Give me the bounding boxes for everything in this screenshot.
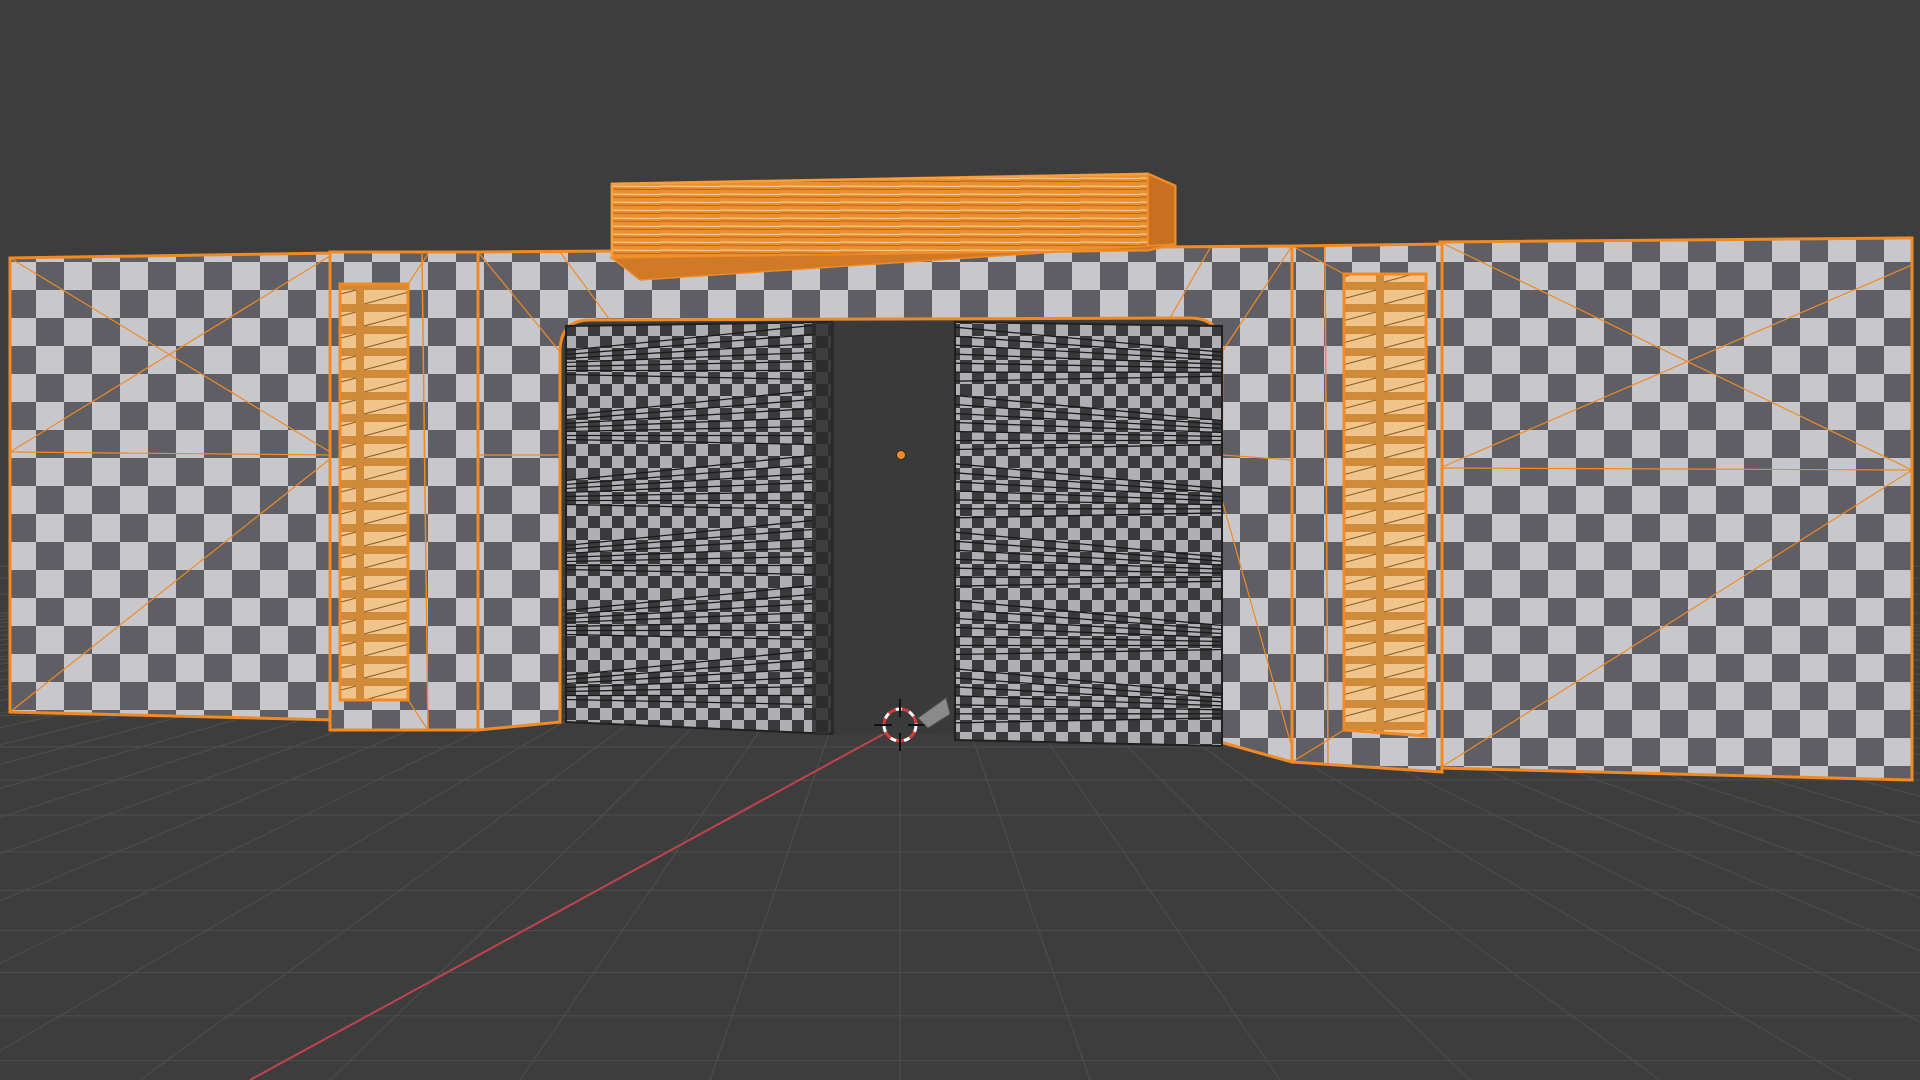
- mesh-pillar-left[interactable]: [328, 250, 480, 732]
- 3d-viewport[interactable]: [0, 0, 1920, 1080]
- mesh-door-left[interactable]: [565, 320, 834, 736]
- mesh-door-right[interactable]: [954, 320, 1223, 748]
- scene-canvas[interactable]: [0, 0, 1920, 1080]
- mesh-wall-left[interactable]: [8, 251, 337, 722]
- object-origin-icon: [896, 450, 906, 460]
- mesh-pillar-right[interactable]: [1290, 242, 1444, 774]
- mesh-wall-right[interactable]: [1438, 236, 1914, 782]
- door-gap: [830, 322, 955, 734]
